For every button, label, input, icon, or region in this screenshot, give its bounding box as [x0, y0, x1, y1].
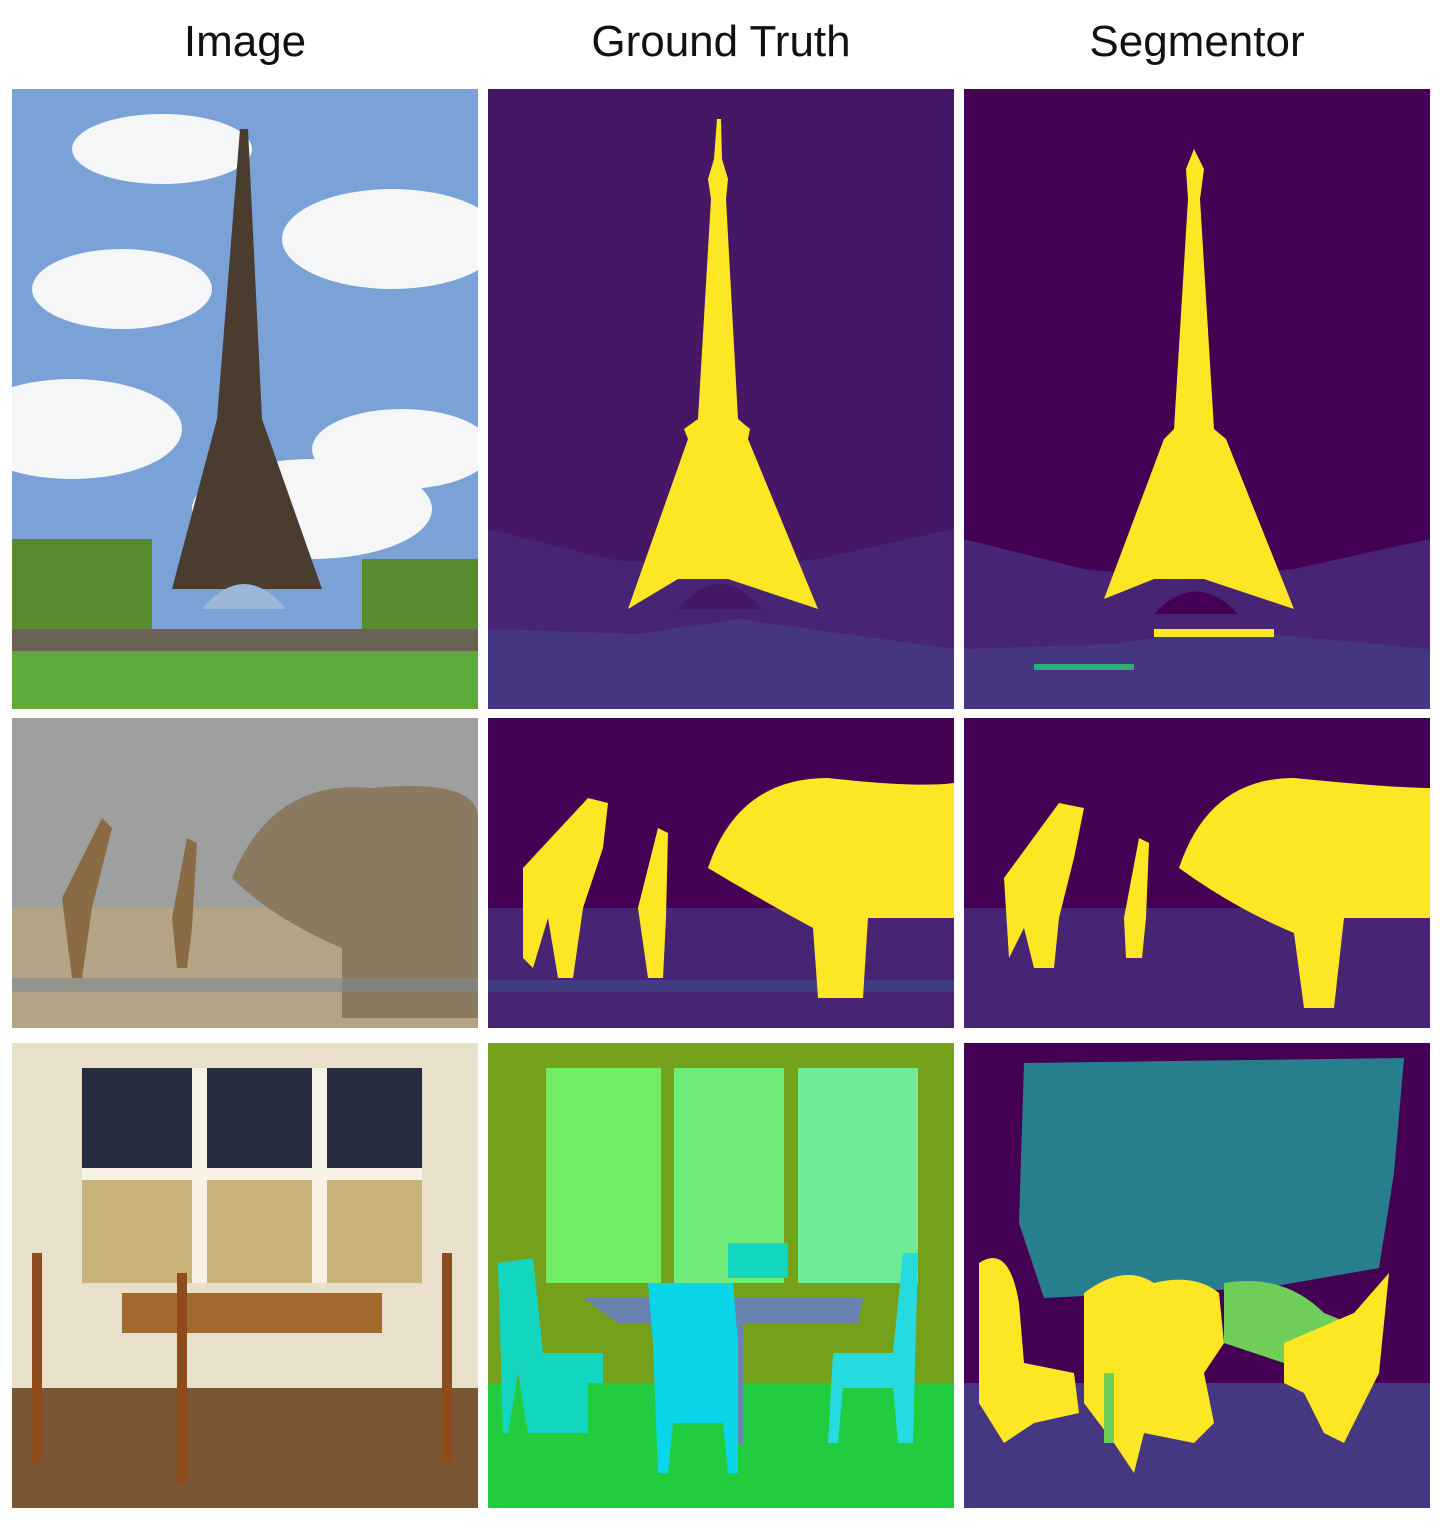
row3-ground-truth [488, 1043, 954, 1508]
row3-segmentor [964, 1043, 1430, 1508]
col-header-ground-truth: Ground Truth [591, 17, 851, 66]
col-header-image: Image [183, 17, 307, 66]
row2-ground-truth [488, 718, 954, 1028]
row1-image [12, 89, 478, 709]
row2-image [12, 718, 478, 1028]
row1-ground-truth [488, 89, 954, 709]
row3-image [12, 1043, 478, 1508]
row2-segmentor [964, 718, 1430, 1028]
col-header-segmentor: Segmentor [1089, 17, 1305, 66]
row1-segmentor [964, 89, 1430, 709]
